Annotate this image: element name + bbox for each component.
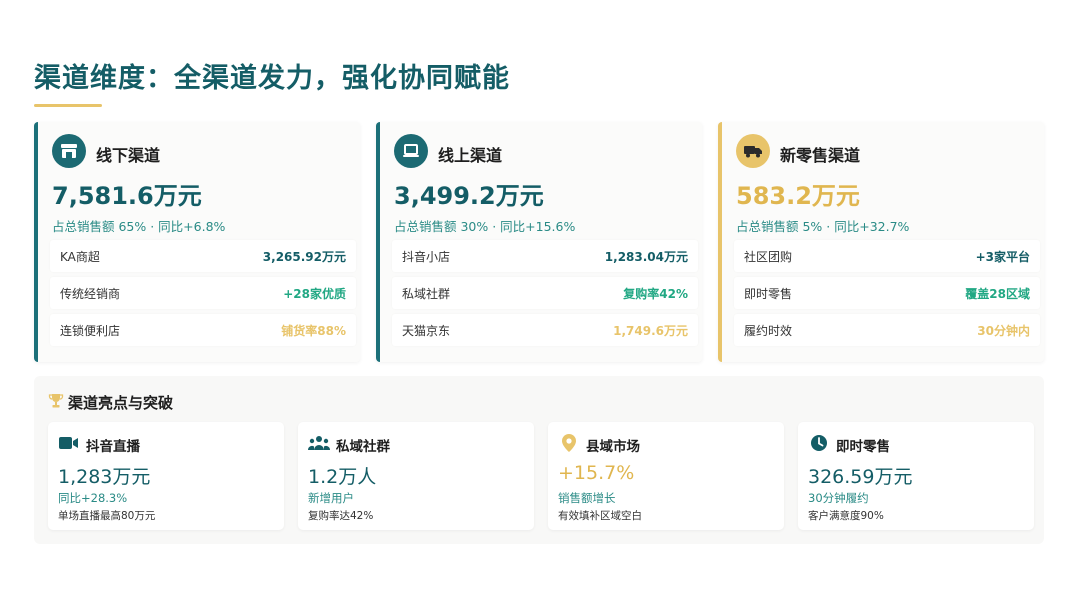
highlight-cards: 抖音直播 1,283万元 同比+28.3% 单场直播最高80万元 私域社群 1.… bbox=[48, 422, 1034, 530]
title-underline bbox=[34, 104, 102, 107]
row-value: +3家平台 bbox=[975, 249, 1030, 264]
laptop-icon bbox=[394, 134, 428, 168]
highlight-name: 私域社群 bbox=[336, 439, 390, 455]
row-value: 铺货率88% bbox=[281, 323, 346, 338]
highlights-section: 渠道亮点与突破 抖音直播 1,283万元 同比+28.3% 单场直播最高80万元… bbox=[34, 376, 1044, 544]
highlight-card: 即时零售 326.59万元 30分钟履约 客户满意度90% bbox=[798, 422, 1034, 530]
channel-row: 社区团购 +3家平台 bbox=[734, 240, 1040, 272]
channel-name: 线下渠道 bbox=[96, 146, 161, 165]
channel-row: 连锁便利店 铺货率88% bbox=[50, 314, 356, 346]
row-label: 连锁便利店 bbox=[60, 323, 121, 338]
highlight-card: 抖音直播 1,283万元 同比+28.3% 单场直播最高80万元 bbox=[48, 422, 284, 530]
channel-row: 传统经销商 +28家优质 bbox=[50, 277, 356, 309]
clock-icon bbox=[808, 434, 830, 452]
row-value: 1,749.6万元 bbox=[613, 323, 688, 338]
channel-row: KA商超 3,265.92万元 bbox=[50, 240, 356, 272]
highlight-note: 有效填补区域空白 bbox=[558, 510, 642, 522]
highlight-amount: 1,283万元 bbox=[58, 466, 151, 488]
highlight-name: 抖音直播 bbox=[86, 439, 140, 455]
row-value: 3,265.92万元 bbox=[262, 249, 346, 264]
row-label: KA商超 bbox=[60, 249, 100, 264]
channel-name: 新零售渠道 bbox=[780, 146, 861, 165]
highlight-amount: 1.2万人 bbox=[308, 466, 377, 488]
channel-row: 天猫京东 1,749.6万元 bbox=[392, 314, 698, 346]
channel-rows: KA商超 3,265.92万元 传统经销商 +28家优质 连锁便利店 铺货率88% bbox=[50, 240, 356, 351]
truck-icon bbox=[736, 134, 770, 168]
row-label: 社区团购 bbox=[744, 249, 793, 264]
channel-row: 抖音小店 1,283.04万元 bbox=[392, 240, 698, 272]
highlight-amount: +15.7% bbox=[558, 462, 635, 484]
row-label: 抖音小店 bbox=[402, 249, 451, 264]
map-pin-icon bbox=[558, 434, 580, 452]
highlights-heading: 渠道亮点与突破 bbox=[48, 392, 173, 413]
highlight-sub: 同比+28.3% bbox=[58, 491, 128, 505]
row-value: 1,283.04万元 bbox=[604, 249, 688, 264]
highlight-sub: 新增用户 bbox=[308, 491, 354, 505]
highlight-name: 即时零售 bbox=[836, 439, 890, 455]
channel-rows: 社区团购 +3家平台 即时零售 覆盖28区域 履约时效 30分钟内 bbox=[734, 240, 1040, 351]
users-icon bbox=[308, 434, 330, 452]
row-label: 履约时效 bbox=[744, 323, 793, 338]
row-value: +28家优质 bbox=[283, 286, 346, 301]
row-label: 天猫京东 bbox=[402, 323, 451, 338]
row-value: 复购率42% bbox=[623, 286, 688, 301]
highlights-title: 渠道亮点与突破 bbox=[68, 394, 174, 412]
trophy-icon bbox=[48, 393, 68, 413]
channel-share: 占总销售额 30% · 同比+15.6% bbox=[394, 219, 576, 234]
channel-share: 占总销售额 65% · 同比+6.8% bbox=[52, 219, 226, 234]
channel-amount: 7,581.6万元 bbox=[52, 182, 202, 210]
row-label: 私域社群 bbox=[402, 286, 451, 301]
channel-name: 线上渠道 bbox=[438, 146, 503, 165]
channel-share: 占总销售额 5% · 同比+32.7% bbox=[736, 219, 910, 234]
highlight-name: 县域市场 bbox=[586, 439, 640, 455]
channel-amount: 3,499.2万元 bbox=[394, 182, 544, 210]
row-label: 传统经销商 bbox=[60, 286, 121, 301]
highlight-note: 复购率达42% bbox=[308, 510, 374, 522]
channel-card-online: 线上渠道 3,499.2万元 占总销售额 30% · 同比+15.6% 抖音小店… bbox=[376, 122, 702, 362]
page-title: 渠道维度：全渠道发力，强化协同赋能 bbox=[34, 63, 510, 94]
highlight-card: 县域市场 +15.7% 销售额增长 有效填补区域空白 bbox=[548, 422, 784, 530]
channel-card-new-retail: 新零售渠道 583.2万元 占总销售额 5% · 同比+32.7% 社区团购 +3… bbox=[718, 122, 1044, 362]
channel-cards: 线下渠道 7,581.6万元 占总销售额 65% · 同比+6.8% KA商超 3… bbox=[34, 122, 1044, 362]
video-camera-icon bbox=[58, 434, 80, 452]
row-value: 覆盖28区域 bbox=[965, 286, 1030, 301]
highlight-sub: 30分钟履约 bbox=[808, 491, 869, 505]
row-label: 即时零售 bbox=[744, 286, 793, 301]
channel-row: 私域社群 复购率42% bbox=[392, 277, 698, 309]
highlight-sub: 销售额增长 bbox=[558, 491, 616, 505]
store-icon bbox=[52, 134, 86, 168]
channel-row: 即时零售 覆盖28区域 bbox=[734, 277, 1040, 309]
row-value: 30分钟内 bbox=[977, 323, 1030, 338]
highlight-note: 客户满意度90% bbox=[808, 510, 884, 522]
highlight-amount: 326.59万元 bbox=[808, 466, 913, 488]
highlight-card: 私域社群 1.2万人 新增用户 复购率达42% bbox=[298, 422, 534, 530]
channel-card-offline: 线下渠道 7,581.6万元 占总销售额 65% · 同比+6.8% KA商超 3… bbox=[34, 122, 360, 362]
channel-row: 履约时效 30分钟内 bbox=[734, 314, 1040, 346]
channel-rows: 抖音小店 1,283.04万元 私域社群 复购率42% 天猫京东 1,749.6万元 bbox=[392, 240, 698, 351]
highlight-note: 单场直播最高80万元 bbox=[58, 510, 156, 522]
channel-amount: 583.2万元 bbox=[736, 182, 860, 210]
